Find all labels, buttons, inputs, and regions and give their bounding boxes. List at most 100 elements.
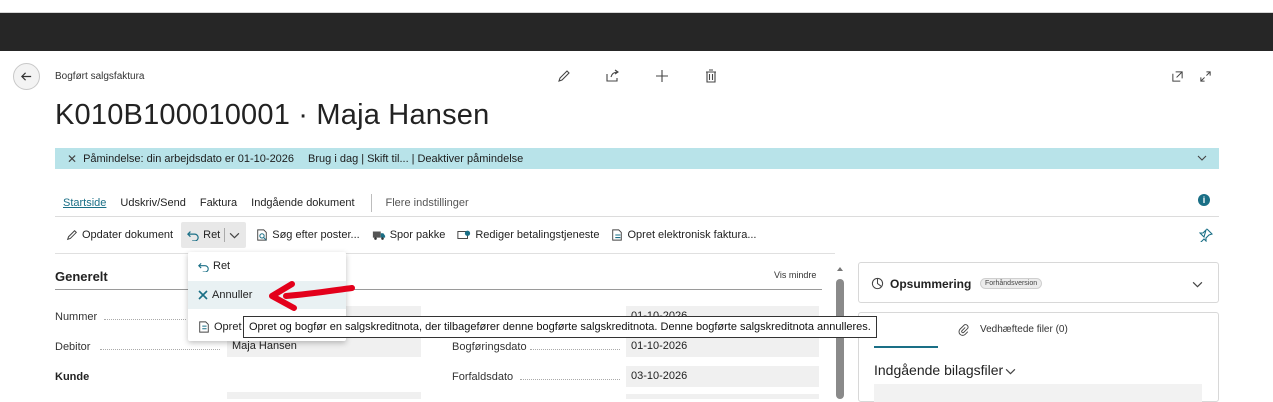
tab-startside[interactable]: Startside	[63, 197, 106, 209]
trash-icon	[706, 69, 716, 83]
summary-title: Opsummering	[890, 277, 972, 291]
delete-button[interactable]	[701, 66, 721, 86]
update-document-button[interactable]: Opdater dokument	[60, 222, 179, 248]
search-document-icon	[257, 229, 268, 241]
kunde-label: Kunde	[55, 371, 90, 383]
dotted-leader	[530, 349, 620, 350]
chevron-down-icon[interactable]	[229, 230, 240, 241]
expand-button[interactable]	[1195, 66, 1215, 86]
tab-attachments[interactable]: Vedhæftede filer (0)	[980, 324, 1068, 335]
bogfoeringsdato-label: Bogføringsdato	[452, 341, 527, 353]
action-tabs: Startside Udskriv/Send Faktura Indgående…	[63, 194, 483, 212]
truck-icon	[372, 231, 385, 240]
track-package-button[interactable]: Spor pakke	[366, 222, 452, 248]
ret-main[interactable]: Ret	[187, 229, 220, 241]
edit-payment-service-button[interactable]: Rediger betalingstjeneste	[451, 222, 605, 248]
search-posts-button[interactable]: Søg efter poster...	[250, 222, 365, 248]
new-wrap	[652, 66, 672, 86]
disable-reminder-link[interactable]: Deaktiver påmindelse	[417, 153, 523, 165]
incoming-files-label: Indgående bilagsfiler	[874, 362, 1004, 378]
delete-wrap	[701, 66, 721, 86]
action-toolbar: Opdater dokument Ret Søg efter poster...…	[55, 222, 1219, 248]
share-wrap	[602, 66, 622, 86]
browser-top-strip	[0, 0, 1273, 13]
close-icon[interactable]: ✕	[67, 152, 77, 166]
einvoice-icon	[612, 229, 623, 241]
chevron-down-icon[interactable]	[1197, 153, 1207, 163]
notification-banner: ✕ Påmindelse: din arbejdsdato er 01-10-2…	[55, 148, 1219, 169]
chevron-down-icon[interactable]	[1192, 279, 1203, 290]
forfaldsdato-field[interactable]: 03-10-2026	[626, 366, 819, 387]
red-arrow-annotation-icon	[269, 281, 355, 311]
banner-separator: |	[361, 152, 365, 165]
page-title: K010B100010001 · Maja Hansen	[55, 99, 490, 131]
forfaldsdato-label: Forfaldsdato	[452, 371, 514, 383]
incoming-files-title[interactable]: Indgående bilagsfiler	[874, 362, 1016, 378]
pencil-icon	[558, 70, 570, 82]
app-header-bar	[0, 13, 1273, 51]
edit-button[interactable]	[554, 66, 574, 86]
toolbar-divider-line	[55, 253, 835, 254]
tab-divider-line	[55, 216, 1219, 217]
popout-wrap	[1167, 66, 1187, 86]
use-today-link[interactable]: Brug i dag	[308, 153, 358, 165]
section-underline	[55, 289, 822, 290]
tab-udskriv-send[interactable]: Udskriv/Send	[120, 197, 185, 209]
tab-faktura[interactable]: Faktura	[200, 197, 237, 209]
split-separator	[224, 228, 226, 242]
ret-split-button[interactable]: Ret	[181, 222, 247, 248]
pencil-icon	[66, 229, 78, 241]
dotted-leader	[520, 379, 620, 380]
next-field	[626, 394, 819, 399]
preview-badge: Forhåndsversion	[980, 278, 1043, 289]
dotted-leader	[100, 349, 220, 350]
share-icon	[606, 69, 619, 82]
page-caption: Bogført salgsfaktura	[55, 71, 145, 82]
section-title-generelt: Generelt	[55, 269, 108, 284]
dotted-leader	[104, 319, 186, 320]
scrollbar-thumb[interactable]	[836, 279, 844, 399]
open-new-window-button[interactable]	[1167, 66, 1187, 86]
pin-icon[interactable]	[1199, 228, 1213, 242]
active-tab-indicator	[874, 346, 938, 348]
show-less-link[interactable]: Vis mindre	[774, 270, 816, 280]
tab-indgaaende-dokument[interactable]: Indgående dokument	[251, 197, 354, 209]
banner-separator: |	[411, 152, 415, 165]
undo-icon	[198, 262, 209, 272]
banner-message: Påmindelse: din arbejdsdato er 01-10-202…	[83, 152, 295, 165]
share-button[interactable]	[602, 66, 622, 86]
bogfoeringsdato-field: 01-10-2026	[626, 336, 819, 357]
search-posts-label: Søg efter poster...	[272, 229, 360, 241]
change-date-link[interactable]: Skift til...	[367, 153, 409, 165]
nummer-label: Nummer	[55, 311, 98, 323]
menu-item-opret-label: Opret	[214, 321, 242, 333]
tab-divider	[370, 194, 372, 212]
update-document-label: Opdater dokument	[82, 229, 174, 241]
scroll-up-arrow-icon[interactable]	[836, 265, 844, 273]
create-document-icon	[199, 321, 209, 333]
ret-label: Ret	[203, 229, 221, 241]
undo-icon	[187, 231, 199, 241]
page-actions	[554, 66, 574, 86]
menu-item-annuller-label: Annuller	[212, 289, 253, 301]
kunde-field[interactable]	[227, 392, 421, 399]
arrow-left-icon	[21, 72, 32, 81]
expand-icon	[1199, 70, 1211, 82]
tooltip: Opret og bogfør en salgskreditnota, der …	[243, 316, 877, 338]
menu-item-ret[interactable]: Ret	[188, 252, 346, 280]
payment-settings-icon	[457, 230, 471, 239]
menu-item-ret-label: Ret	[213, 260, 231, 272]
back-button[interactable]	[13, 63, 40, 90]
edit-payment-service-label: Rediger betalingstjeneste	[475, 229, 600, 241]
new-button[interactable]	[652, 66, 672, 86]
chevron-down-icon	[1005, 368, 1016, 375]
plus-icon	[656, 70, 668, 82]
paperclip-icon	[958, 324, 969, 336]
tab-more-options[interactable]: Flere indstillinger	[386, 197, 469, 209]
debitor-label: Debitor	[55, 341, 91, 353]
info-icon[interactable]: i	[1198, 194, 1210, 206]
create-einvoice-button[interactable]: Opret elektronisk faktura...	[605, 222, 762, 248]
incoming-files-area	[874, 384, 1202, 402]
create-einvoice-label: Opret elektronisk faktura...	[627, 229, 757, 241]
expand-wrap	[1195, 66, 1215, 86]
